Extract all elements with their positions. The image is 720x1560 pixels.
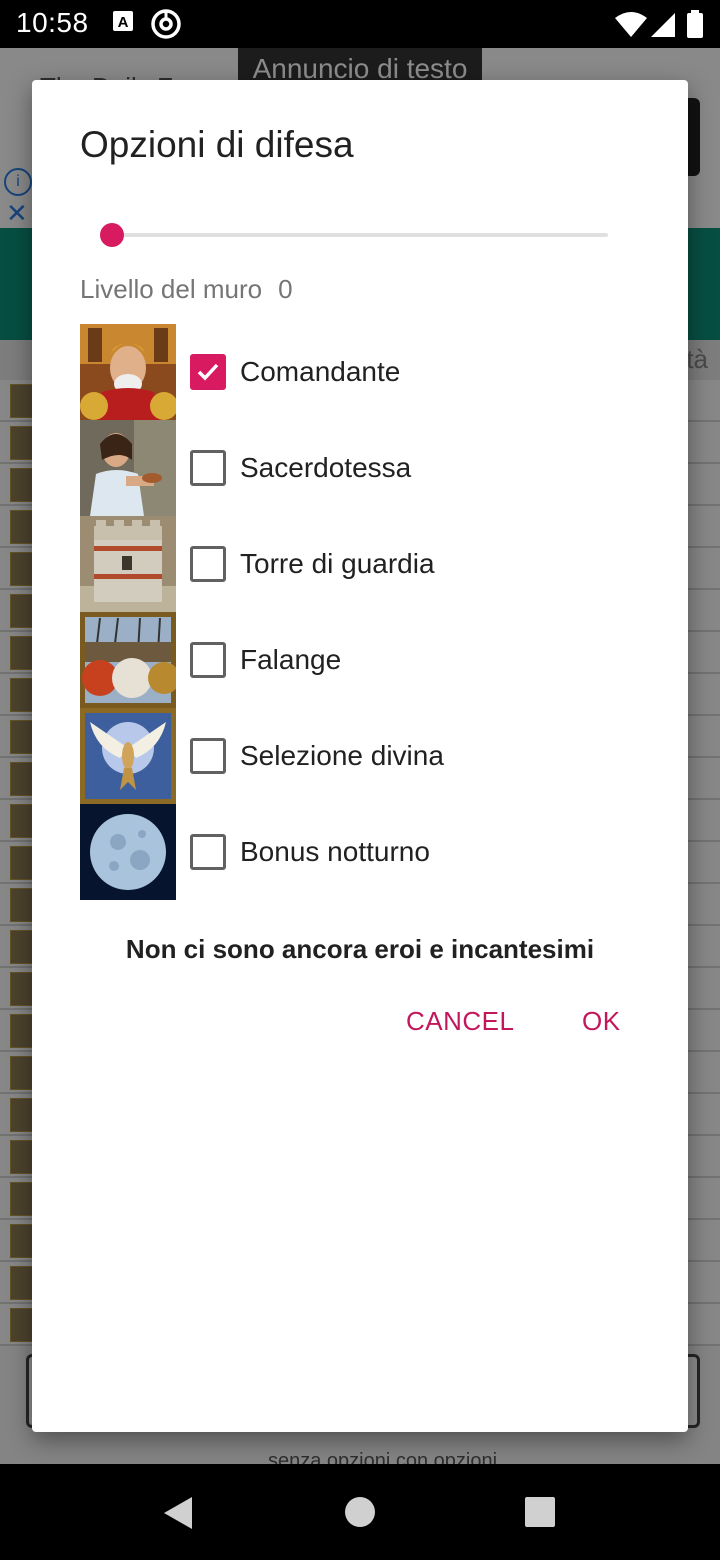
option-torre-di-guardia[interactable]: Torre di guardia [80, 516, 640, 612]
slider-track[interactable] [112, 233, 608, 237]
cancel-button[interactable]: CANCEL [406, 1006, 514, 1037]
wall-level-row: Livello del muro 0 [80, 274, 293, 305]
priestess-image [80, 420, 176, 516]
wall-level-label: Livello del muro [80, 274, 263, 304]
torre-di-guardia-label: Torre di guardia [240, 548, 435, 579]
selezione-divina-checkbox[interactable] [190, 738, 226, 774]
svg-text:A: A [118, 14, 129, 31]
sacerdotessa-label: Sacerdotessa [240, 452, 412, 483]
heroes-spells-note: Non ci sono ancora eroi e incantesimi [125, 934, 595, 964]
option-comandante[interactable]: Comandante [80, 324, 640, 420]
falange-label: Falange [240, 644, 342, 675]
option-sacerdotessa[interactable]: Sacerdotessa [80, 420, 640, 516]
navigation-bar [0, 1464, 720, 1560]
comandante-label: Comandante [240, 356, 401, 387]
option-falange[interactable]: Falange [80, 612, 640, 708]
bonus-notturno-label: Bonus notturno [240, 836, 430, 867]
sync-icon [150, 8, 182, 45]
status-bar: 10:58 A [0, 0, 720, 48]
selezione-divina-label: Selezione divina [240, 740, 444, 771]
option-bonus-notturno[interactable]: Bonus notturno [80, 804, 640, 900]
battery-icon [686, 10, 704, 43]
torre-di-guardia-checkbox[interactable] [190, 546, 226, 582]
phalanx-image [80, 612, 176, 708]
recents-icon[interactable] [524, 1496, 556, 1533]
sacerdotessa-checkbox[interactable] [190, 450, 226, 486]
app-a-icon: A [112, 10, 134, 37]
status-time: 10:58 [16, 7, 89, 38]
defense-options-dialog: Opzioni di difesa Livello del muro 0 Com… [32, 80, 688, 1432]
back-icon[interactable] [162, 1496, 194, 1535]
falange-checkbox[interactable] [190, 642, 226, 678]
comandante-checkbox[interactable] [190, 354, 226, 390]
wifi-icon [614, 12, 648, 43]
defense-options-list: Comandante Sacerdotessa Torre di guardia… [80, 324, 640, 900]
night-bonus-moon-image [80, 804, 176, 900]
option-selezione-divina[interactable]: Selezione divina [80, 708, 640, 804]
ok-button[interactable]: OK [582, 1006, 621, 1037]
dialog-title: Opzioni di difesa [80, 124, 354, 165]
wall-level-value: 0 [278, 274, 293, 304]
bonus-notturno-checkbox[interactable] [190, 834, 226, 870]
home-icon[interactable] [344, 1496, 376, 1533]
divine-selection-image [80, 708, 176, 804]
slider-thumb[interactable] [100, 223, 124, 247]
commander-image [80, 324, 176, 420]
wall-level-slider[interactable] [98, 220, 618, 250]
cell-signal-icon [650, 12, 676, 43]
watchtower-image [80, 516, 176, 612]
